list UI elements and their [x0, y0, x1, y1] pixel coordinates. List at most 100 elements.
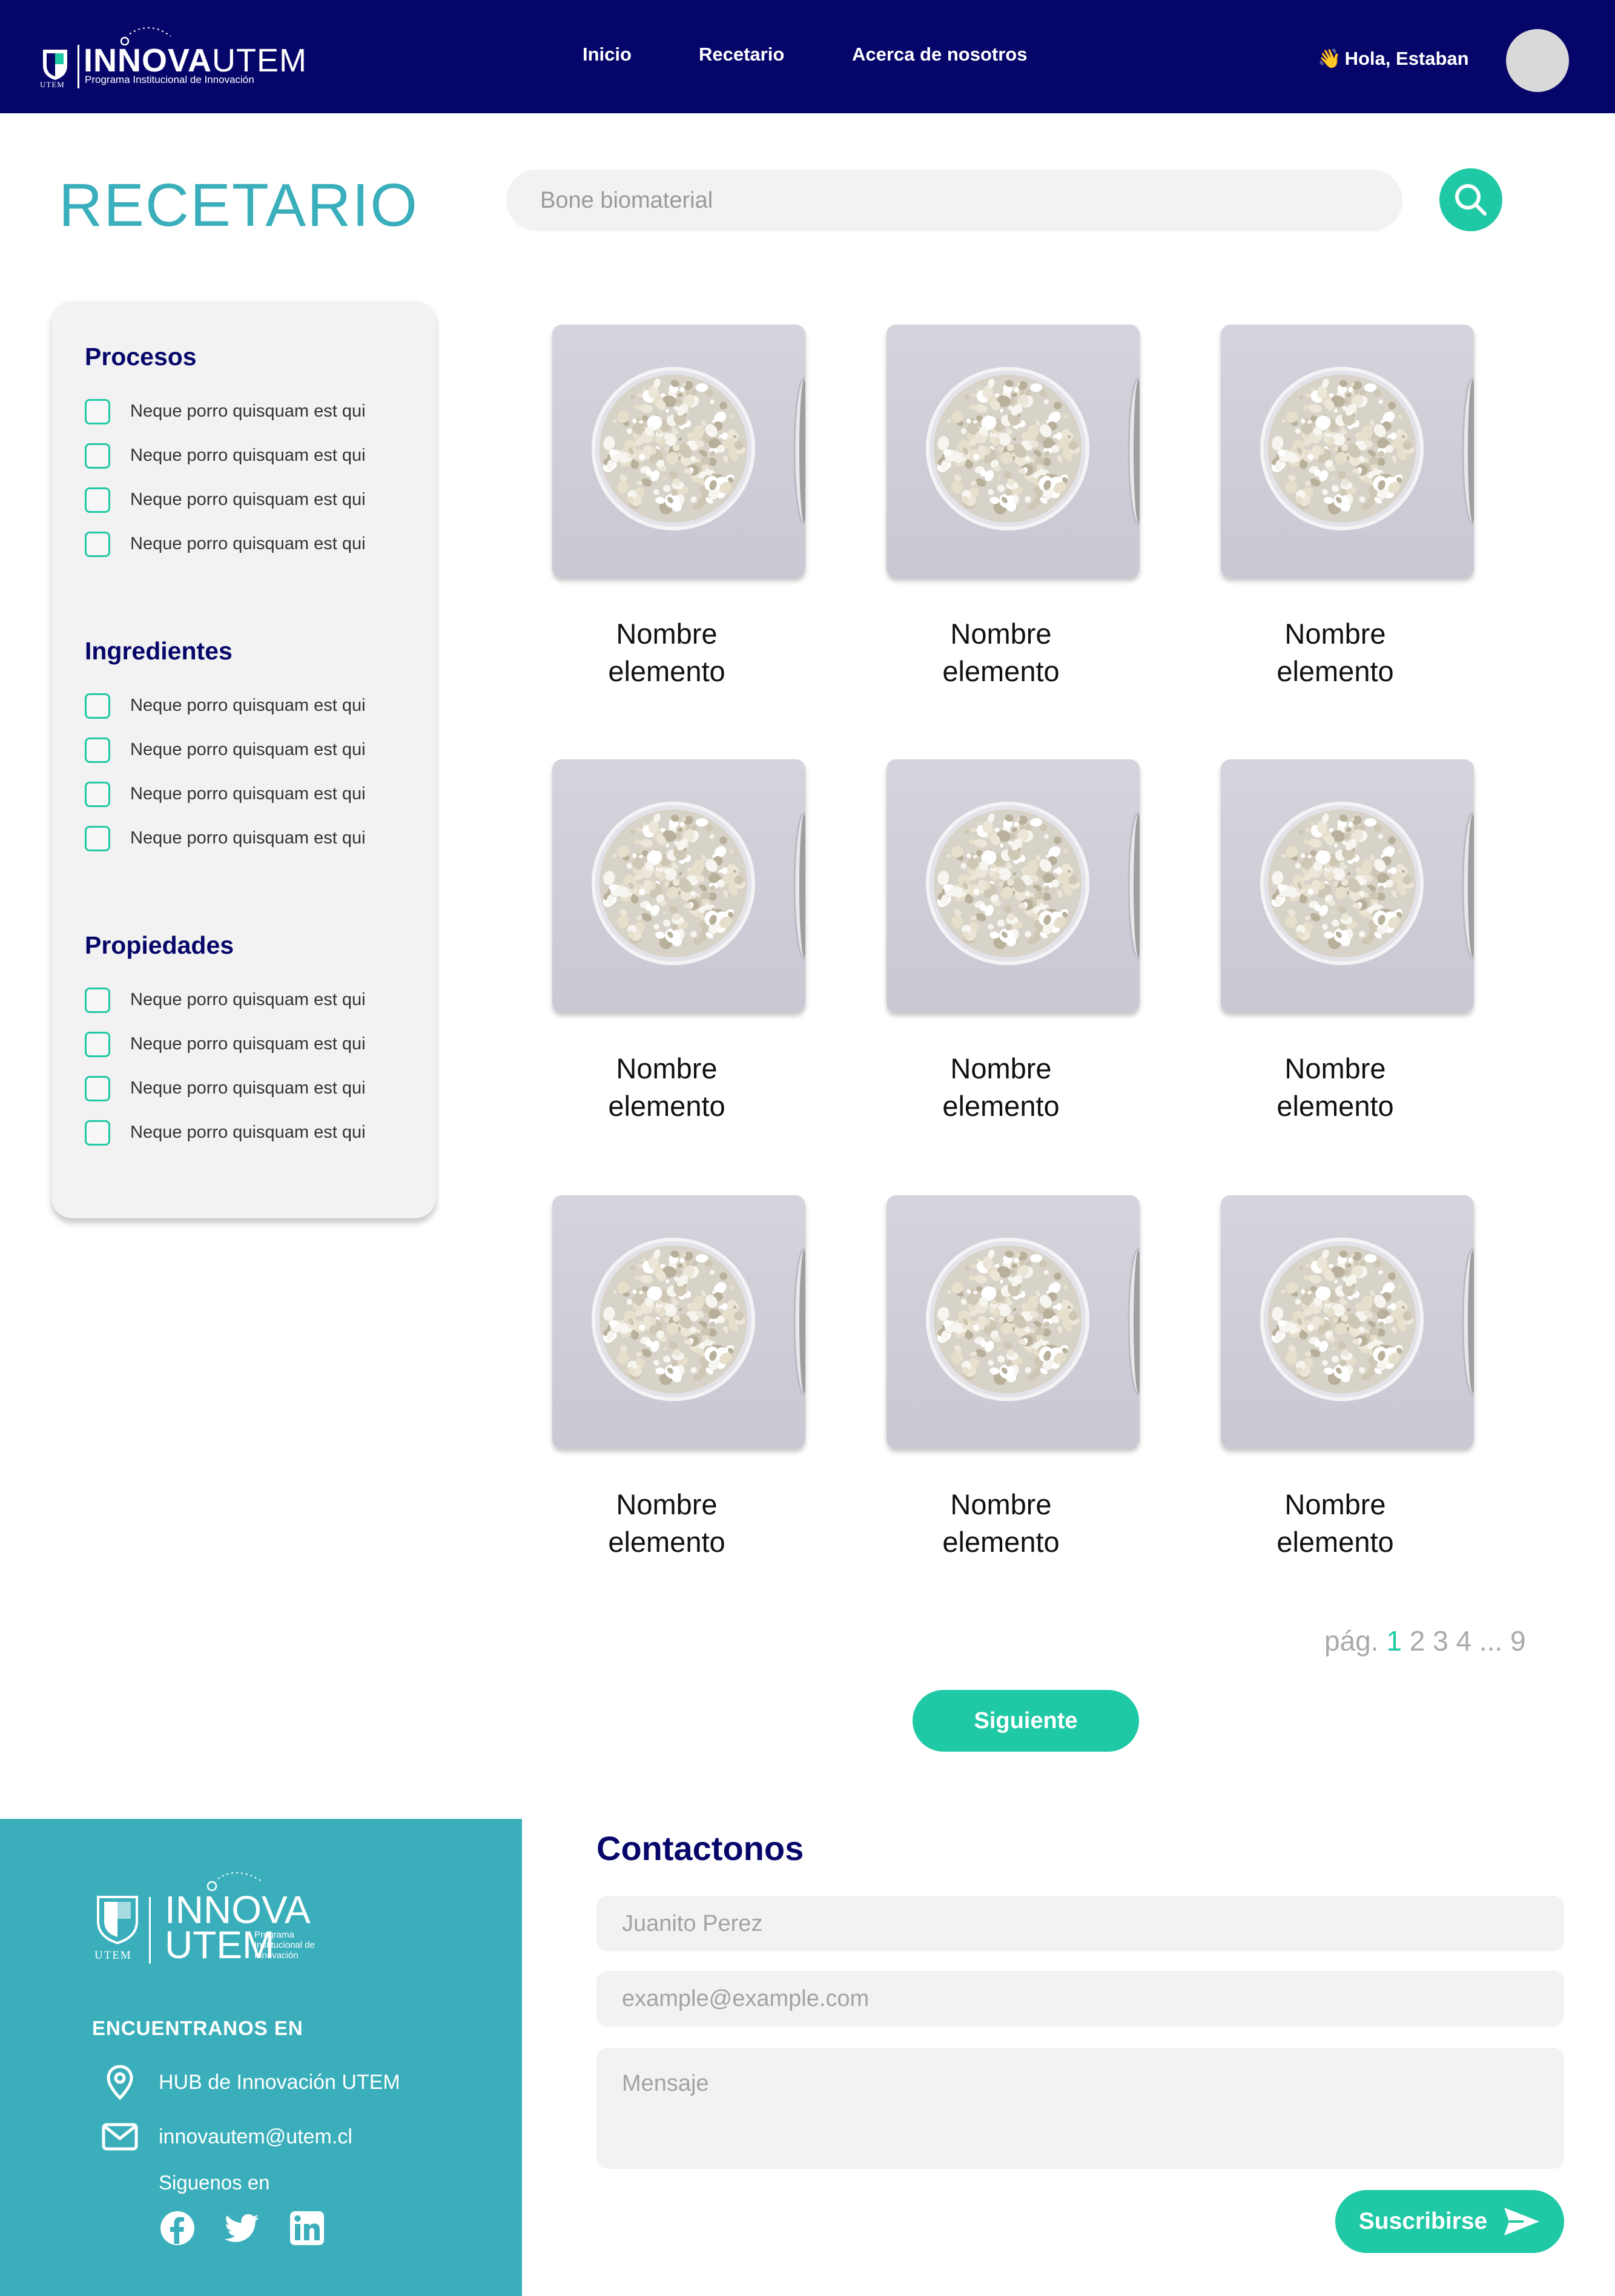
recipe-card-title-line: elemento — [608, 655, 725, 687]
recipe-card-image[interactable] — [887, 759, 1140, 1012]
recipe-card-title-line: elemento — [1276, 655, 1394, 687]
page-number[interactable]: 3 — [1433, 1625, 1448, 1657]
recipe-card-title[interactable]: Nombre elemento — [1203, 1486, 1468, 1561]
filter-option[interactable]: Neque porro quisquam est qui — [85, 1022, 366, 1066]
recipe-card[interactable]: Nombre elemento — [1221, 1195, 1474, 1571]
filter-option[interactable]: Neque porro quisquam est qui — [85, 684, 366, 728]
recipe-card[interactable]: Nombre elemento — [1221, 759, 1474, 1135]
logo-word-bold: INNOVA — [84, 42, 213, 79]
avatar[interactable] — [1506, 29, 1569, 92]
checkbox[interactable] — [85, 531, 110, 557]
twitter-icon[interactable] — [224, 2210, 260, 2246]
filter-option[interactable]: Neque porro quisquam est qui — [85, 978, 366, 1022]
message-textarea[interactable] — [596, 2048, 1564, 2169]
filter-group-ingredientes: Ingredientes Neque porro quisquam est qu… — [85, 633, 366, 860]
filter-option[interactable]: Neque porro quisquam est qui — [85, 434, 366, 478]
checkbox[interactable] — [85, 987, 110, 1013]
checkbox[interactable] — [85, 443, 110, 469]
recipe-card-image[interactable] — [1221, 325, 1474, 578]
page-number[interactable]: 1 — [1386, 1625, 1402, 1657]
search-input[interactable] — [506, 170, 1402, 231]
checkbox[interactable] — [85, 1075, 110, 1101]
checkbox[interactable] — [85, 1031, 110, 1057]
recipe-card-image[interactable] — [1221, 759, 1474, 1012]
filter-option[interactable]: Neque porro quisquam est qui — [85, 1110, 366, 1155]
recipe-card-title[interactable]: Nombre elemento — [534, 1050, 799, 1125]
checkbox[interactable] — [85, 1120, 110, 1146]
name-input[interactable] — [596, 1896, 1564, 1951]
checkbox[interactable] — [85, 737, 110, 763]
recipe-card-title[interactable]: Nombre elemento — [1203, 1050, 1468, 1125]
logo-divider — [78, 45, 79, 88]
recipe-card-title[interactable]: Nombre elemento — [534, 615, 799, 690]
wave-icon: 👋 — [1318, 48, 1341, 69]
recipe-card[interactable]: Nombre elemento — [552, 759, 805, 1135]
next-page-button[interactable]: Siguiente — [913, 1690, 1139, 1752]
recipe-card[interactable]: Nombre elemento — [552, 1195, 805, 1571]
pagination: pág. 1 2 3 4 ... 9 — [1324, 1625, 1526, 1657]
checkbox[interactable] — [85, 487, 110, 513]
recipe-card-title[interactable]: Nombre elemento — [868, 615, 1134, 690]
filter-option-label: Neque porro quisquam est qui — [130, 828, 366, 848]
page-number[interactable]: 4 — [1456, 1625, 1471, 1657]
page-number[interactable]: 9 — [1510, 1625, 1526, 1657]
filter-option-label: Neque porro quisquam est qui — [130, 446, 366, 465]
shield-icon — [97, 1896, 138, 1944]
filter-option-label: Neque porro quisquam est qui — [130, 534, 366, 553]
recipe-card[interactable]: Nombre elemento — [887, 325, 1140, 700]
filter-option-label: Neque porro quisquam est qui — [130, 1123, 366, 1142]
recipe-card[interactable]: Nombre elemento — [887, 1195, 1140, 1571]
recipe-card-title[interactable]: Nombre elemento — [1203, 615, 1468, 690]
recipe-card-title-line: Nombre — [616, 1052, 718, 1084]
recipe-card[interactable]: Nombre elemento — [552, 325, 805, 700]
pagination-ellipsis: ... — [1479, 1625, 1503, 1657]
filter-option[interactable]: Neque porro quisquam est qui — [85, 389, 366, 434]
checkbox[interactable] — [85, 398, 110, 424]
recipe-card-title-line: Nombre — [1284, 1488, 1386, 1520]
filter-option[interactable]: Neque porro quisquam est qui — [85, 1066, 366, 1110]
recipe-card-image[interactable] — [552, 759, 805, 1012]
recipe-card-image[interactable] — [887, 325, 1140, 578]
nav-link-inicio[interactable]: Inicio — [583, 44, 632, 65]
nav-link-acerca[interactable]: Acerca de nosotros — [852, 44, 1027, 65]
filter-option[interactable]: Neque porro quisquam est qui — [85, 816, 366, 860]
checkbox[interactable] — [85, 781, 110, 807]
search-button[interactable] — [1439, 168, 1502, 231]
recipe-card-title-line: elemento — [1276, 1526, 1394, 1558]
recipe-card-image[interactable] — [1221, 1195, 1474, 1448]
page-number[interactable]: 2 — [1410, 1625, 1425, 1657]
recipe-card-title-line: elemento — [942, 655, 1060, 687]
recipe-card-title[interactable]: Nombre elemento — [868, 1050, 1134, 1125]
logo-subtitle: Programa Institucional de Innovación — [85, 74, 254, 85]
facebook-icon[interactable] — [159, 2210, 196, 2246]
filter-option[interactable]: Neque porro quisquam est qui — [85, 772, 366, 816]
email-link[interactable]: innovautem@utem.cl — [159, 2125, 352, 2149]
filter-option[interactable]: Neque porro quisquam est qui — [85, 522, 366, 566]
checkbox[interactable] — [85, 825, 110, 851]
page-title: RECETARIO — [59, 171, 418, 239]
recipe-card-title[interactable]: Nombre elemento — [534, 1486, 799, 1561]
recipe-card-title-line: elemento — [608, 1526, 725, 1558]
nav-link-recetario[interactable]: Recetario — [699, 44, 784, 65]
recipe-card[interactable]: Nombre elemento — [1221, 325, 1474, 700]
recipe-card-title-line: Nombre — [1284, 1052, 1386, 1084]
filter-option-label: Neque porro quisquam est qui — [130, 401, 366, 421]
recipe-card-image[interactable] — [887, 1195, 1140, 1448]
filter-title: Ingredientes — [85, 637, 233, 665]
recipe-card-image[interactable] — [552, 325, 805, 578]
recipe-card-title-line: elemento — [608, 1090, 725, 1122]
follow-us-label: Siguenos en — [159, 2171, 270, 2194]
recipe-card-title[interactable]: Nombre elemento — [868, 1486, 1134, 1561]
linkedin-icon[interactable] — [289, 2210, 325, 2246]
checkbox[interactable] — [85, 693, 110, 719]
subscribe-button[interactable]: Suscribirse — [1335, 2190, 1564, 2253]
recipe-card-title-line: elemento — [942, 1090, 1060, 1122]
email-field[interactable] — [596, 1971, 1564, 2027]
filter-option[interactable]: Neque porro quisquam est qui — [85, 478, 366, 522]
filter-option[interactable]: Neque porro quisquam est qui — [85, 728, 366, 772]
filters-panel: Procesos Neque porro quisquam est qui Ne… — [51, 301, 436, 1218]
recipe-card[interactable]: Nombre elemento — [887, 759, 1140, 1135]
recipe-card-title-line: elemento — [942, 1526, 1060, 1558]
recipe-card-image[interactable] — [552, 1195, 805, 1448]
innova-utem-logo[interactable]: UTEM INNOVAUTEM Programa Institucional d… — [40, 24, 308, 91]
